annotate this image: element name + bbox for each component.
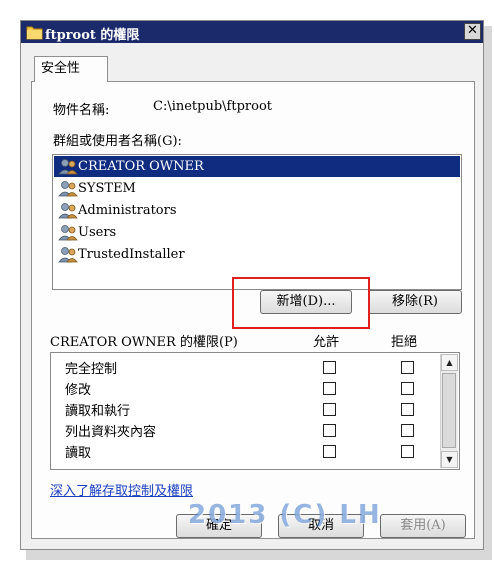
allow-checkbox[interactable] — [323, 403, 336, 416]
allow-checkbox[interactable] — [323, 445, 336, 458]
user-group-icon — [58, 203, 78, 219]
permission-label: 列出資料夾內容 — [65, 425, 157, 440]
allow-checkbox[interactable] — [323, 424, 336, 437]
users-list-label: 群組或使用者名稱(G): — [53, 134, 182, 149]
access-control-help-link[interactable]: 深入了解存取控制及權限 — [50, 480, 193, 499]
list-item-administrators[interactable]: Administrators — [54, 200, 460, 221]
list-item-system[interactable]: SYSTEM — [54, 178, 460, 199]
folder-icon — [26, 26, 43, 40]
remove-button-label: 移除(R) — [392, 294, 438, 309]
permission-row-list-folder: 列出資料夾內容 — [51, 420, 441, 441]
tab-security[interactable]: 安全性 — [34, 56, 108, 82]
title-bar[interactable]: ftproot 的權限 ✕ — [21, 21, 483, 43]
allow-checkbox[interactable] — [323, 361, 336, 374]
user-label: CREATOR OWNER — [78, 159, 204, 174]
ok-button[interactable]: 確定 — [176, 514, 262, 538]
deny-checkbox[interactable] — [401, 382, 414, 395]
ok-button-label: 確定 — [205, 518, 232, 533]
permission-row-read: 讀取 — [51, 441, 441, 462]
scroll-thumb[interactable] — [442, 373, 456, 448]
tab-security-label: 安全性 — [41, 61, 81, 76]
apply-button[interactable]: 套用(A) — [380, 514, 466, 538]
permission-label: 修改 — [65, 383, 92, 398]
list-item-trustedinstaller[interactable]: TrustedInstaller — [54, 244, 460, 265]
user-group-icon — [58, 225, 78, 241]
highlight-annotation-box — [232, 277, 370, 329]
permissions-list: 完全控制 修改 讀取和執行 列出資料夾內容 讀取 ▲ ▼ — [50, 352, 460, 470]
user-label: Administrators — [78, 203, 177, 218]
apply-button-label: 套用(A) — [400, 518, 446, 533]
permission-row-read-execute: 讀取和執行 — [51, 399, 441, 420]
scroll-down-button[interactable]: ▼ — [441, 451, 458, 468]
deny-checkbox[interactable] — [401, 361, 414, 374]
allow-checkbox[interactable] — [323, 382, 336, 395]
permission-label: 讀取和執行 — [65, 404, 131, 419]
deny-checkbox[interactable] — [401, 445, 414, 458]
user-group-icon — [58, 247, 78, 263]
permission-row-modify: 修改 — [51, 378, 441, 399]
user-label: TrustedInstaller — [78, 247, 185, 262]
user-group-icon — [58, 159, 78, 175]
permission-label: 完全控制 — [65, 362, 118, 377]
scroll-up-button[interactable]: ▲ — [441, 354, 458, 371]
permission-label: 讀取 — [65, 446, 92, 461]
object-path: C:\inetpub\ftproot — [153, 99, 272, 114]
permission-row-full-control: 完全控制 — [51, 357, 441, 378]
users-listbox[interactable]: CREATOR OWNER SYSTEM Administrators User… — [52, 154, 462, 290]
permissions-title: CREATOR OWNER 的權限(P) — [50, 335, 238, 350]
cancel-button[interactable]: 取消 — [278, 514, 364, 538]
deny-checkbox[interactable] — [401, 403, 414, 416]
user-label: SYSTEM — [78, 181, 136, 196]
list-item-creator-owner[interactable]: CREATOR OWNER — [54, 156, 460, 177]
deny-column-header: 拒絕 — [391, 335, 418, 350]
deny-checkbox[interactable] — [401, 424, 414, 437]
user-group-icon — [58, 181, 78, 197]
close-button[interactable]: ✕ — [464, 23, 481, 40]
triangle-up-icon: ▲ — [446, 358, 453, 367]
permissions-scrollbar[interactable]: ▲ ▼ — [440, 354, 458, 468]
user-label: Users — [78, 225, 117, 240]
triangle-down-icon: ▼ — [446, 455, 453, 464]
object-name-label: 物件名稱: — [53, 103, 110, 118]
allow-column-header: 允許 — [313, 335, 340, 350]
window-title: ftproot 的權限 — [45, 28, 140, 43]
cancel-button-label: 取消 — [307, 518, 334, 533]
remove-button[interactable]: 移除(R) — [368, 290, 462, 314]
list-item-users[interactable]: Users — [54, 222, 460, 243]
close-icon: ✕ — [467, 23, 478, 38]
